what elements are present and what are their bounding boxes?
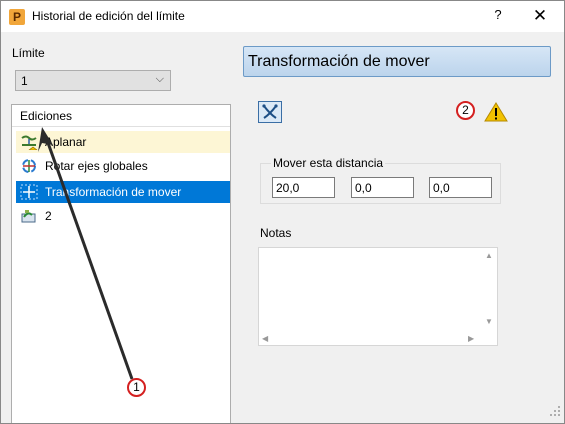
move-transform-icon — [20, 184, 38, 200]
callout-1-badge: 1 — [127, 378, 146, 397]
limit-dropdown[interactable]: 1 ⌵ — [15, 70, 171, 91]
resize-grip-icon[interactable] — [549, 405, 561, 417]
edit-item-boundary-2[interactable]: 2 — [16, 205, 230, 227]
close-button[interactable]: ✕ — [525, 5, 555, 27]
distance-x-input[interactable] — [272, 177, 335, 198]
edit-item-transformacion-mover[interactable]: Transformación de mover — [16, 181, 230, 203]
edit-item-rotar-ejes[interactable]: Rotar ejes globales — [16, 155, 230, 177]
move-tool-button[interactable] — [258, 101, 282, 123]
window-title: Historial de edición del límite — [32, 9, 185, 23]
app-logo-icon: P — [9, 9, 25, 25]
rotate-axes-icon — [22, 159, 36, 173]
distance-z-input[interactable] — [429, 177, 492, 198]
limit-label: Límite — [12, 46, 45, 60]
scroll-down-icon[interactable]: ▼ — [485, 317, 493, 326]
edits-list-header: Ediciones — [12, 105, 230, 127]
edits-list-panel: Ediciones Aplanar Rotar ejes globales Tr… — [11, 104, 231, 423]
scroll-left-icon[interactable]: ◀ — [262, 334, 268, 343]
limit-selected-value: 1 — [21, 74, 28, 88]
callout-2-badge: 2 — [456, 101, 475, 120]
title-bar: P Historial de edición del límite ? ✕ — [1, 1, 564, 32]
edits-header-label: Ediciones — [20, 109, 73, 123]
edit-detail-title: Transformación de mover — [248, 53, 430, 70]
move-tool-icon — [262, 104, 278, 119]
edit-item-label: 2 — [45, 209, 52, 223]
help-button[interactable]: ? — [488, 7, 508, 25]
notes-label: Notas — [260, 226, 292, 240]
edit-item-label: Transformación de mover — [45, 185, 182, 199]
distance-y-input[interactable] — [351, 177, 414, 198]
notes-textarea[interactable] — [258, 247, 498, 346]
edit-item-label: Aplanar — [45, 135, 87, 149]
edit-item-label: Rotar ejes globales — [45, 159, 148, 173]
chevron-down-icon: ⌵ — [155, 73, 164, 85]
edit-detail-heading: Transformación de mover — [243, 46, 551, 77]
scroll-up-icon[interactable]: ▲ — [485, 251, 493, 260]
notes-scrollbar[interactable] — [482, 248, 497, 345]
scroll-right-icon[interactable]: ▶ — [468, 334, 474, 343]
flatten-icon — [21, 135, 38, 150]
dialog-window: P Historial de edición del límite ? ✕ Lí… — [0, 0, 565, 424]
boundary-icon — [21, 210, 36, 223]
warning-icon — [484, 102, 508, 122]
edit-item-aplanar[interactable]: Aplanar — [16, 131, 230, 153]
move-distance-label: Mover esta distancia — [271, 156, 386, 170]
